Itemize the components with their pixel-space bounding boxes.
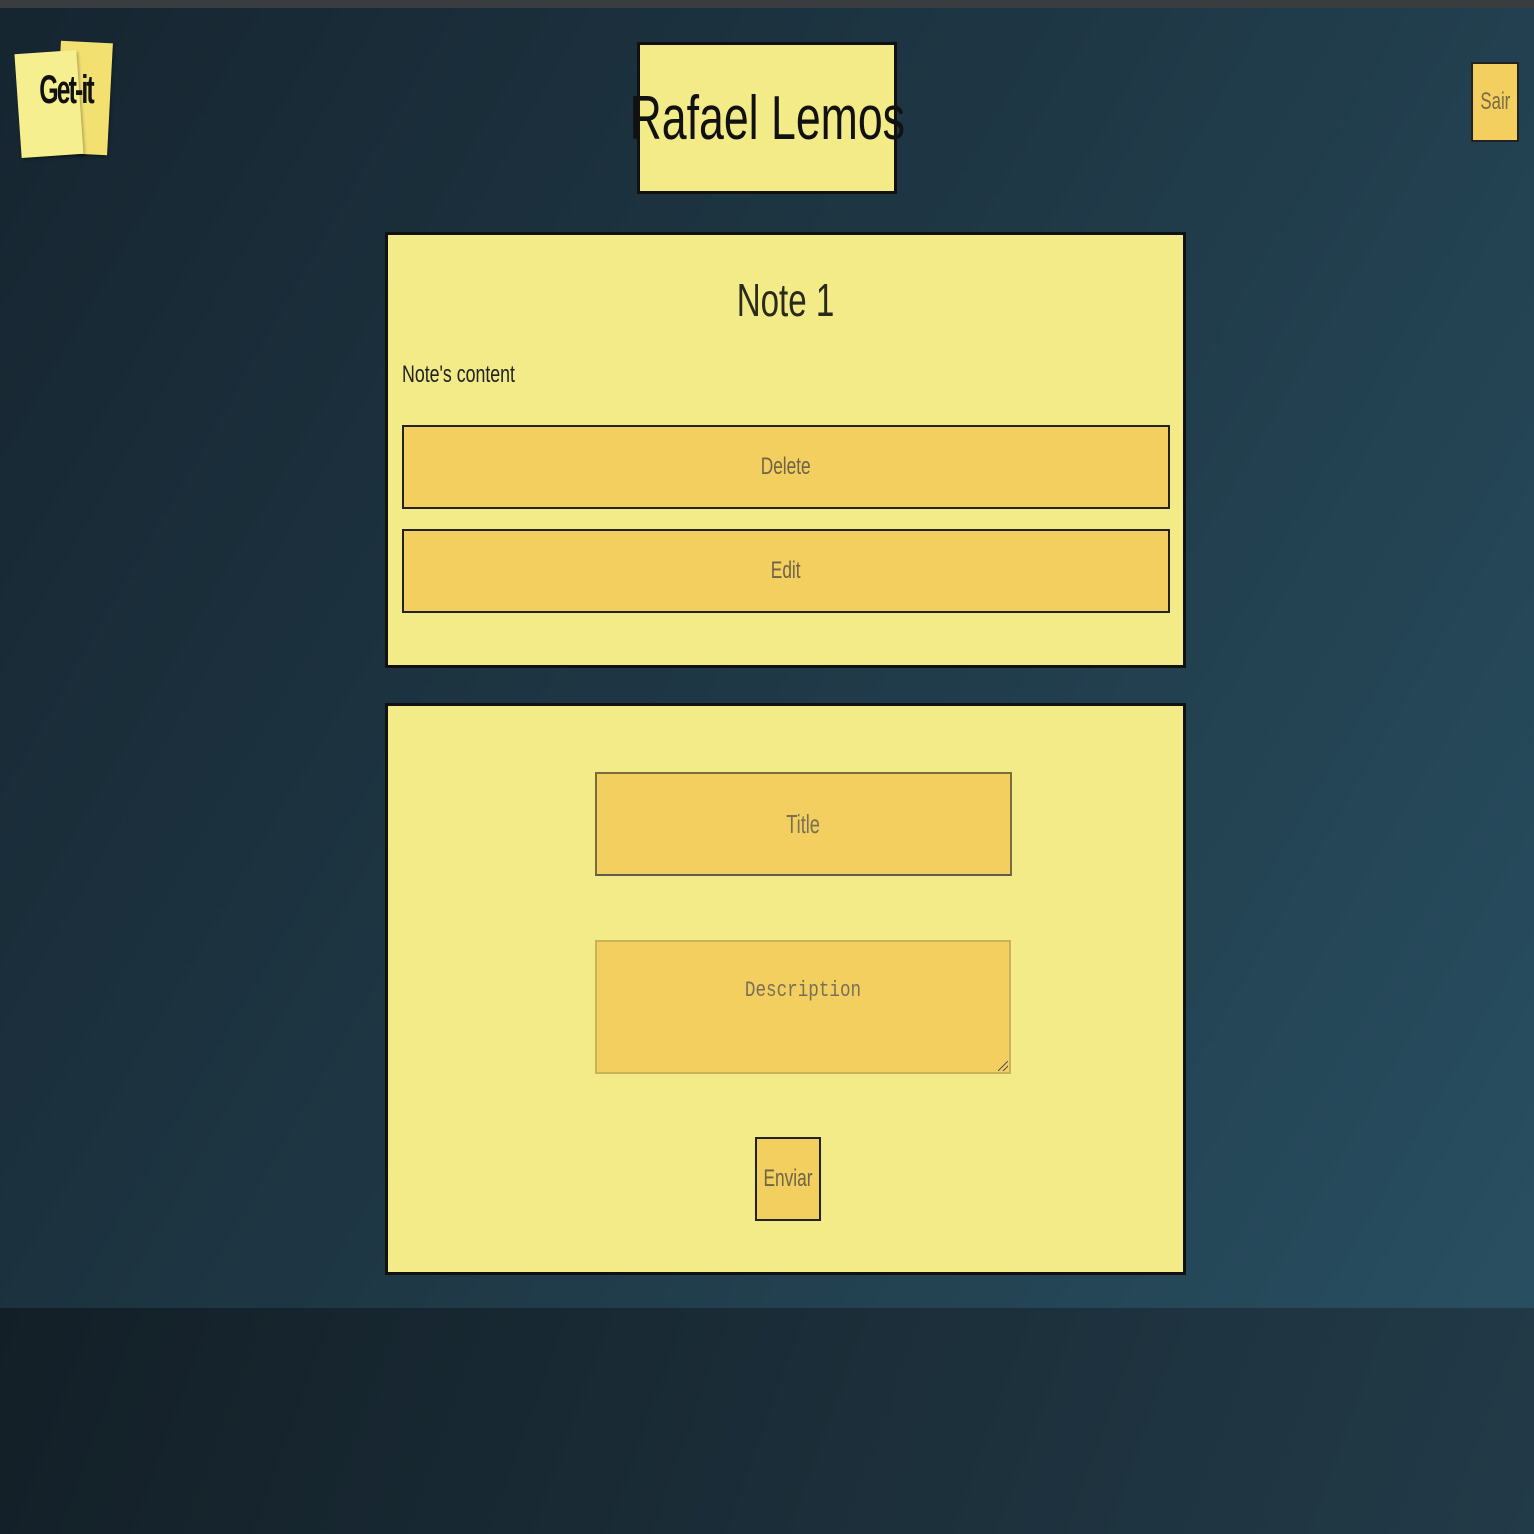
- description-textarea[interactable]: Description: [595, 940, 1011, 1074]
- delete-button[interactable]: Delete: [402, 425, 1170, 509]
- logout-label: Sair: [1480, 88, 1510, 115]
- note-card: Note 1 Note's content Delete Edit: [385, 232, 1186, 668]
- submit-label: Enviar: [763, 1165, 813, 1192]
- note-content: Note's content: [402, 361, 515, 388]
- user-name: Rafael Lemos: [629, 83, 905, 153]
- logout-button[interactable]: Sair: [1471, 62, 1519, 142]
- browser-top-strip: [0, 0, 1534, 8]
- logo-text: Get-it: [39, 68, 94, 112]
- resize-grip-icon[interactable]: [998, 1061, 1008, 1071]
- page-footer-area: [0, 1308, 1534, 1534]
- user-name-box: Rafael Lemos: [629, 42, 905, 194]
- new-note-form: Title Description Enviar: [385, 703, 1186, 1275]
- get-it-logo[interactable]: Get-it: [14, 38, 118, 168]
- delete-label: Delete: [761, 453, 811, 480]
- title-placeholder: Title: [786, 808, 821, 839]
- description-placeholder: Description: [744, 978, 862, 1003]
- note-title: Note 1: [736, 274, 835, 326]
- edit-button[interactable]: Edit: [402, 529, 1170, 613]
- edit-label: Edit: [771, 557, 801, 584]
- submit-button[interactable]: Enviar: [755, 1137, 821, 1221]
- title-input[interactable]: Title: [595, 772, 1012, 876]
